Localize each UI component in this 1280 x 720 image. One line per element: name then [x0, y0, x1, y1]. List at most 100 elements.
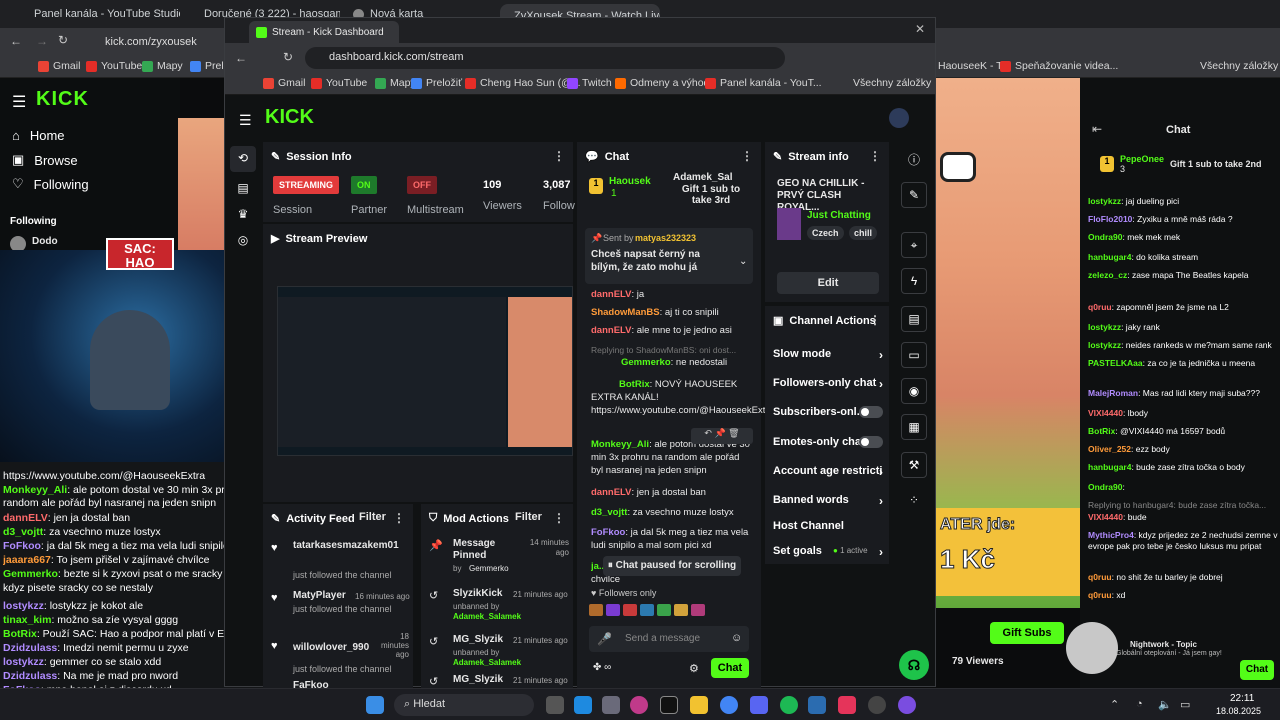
chat-send-button[interactable]: Chat — [711, 658, 749, 678]
close-window-icon[interactable]: ✕ — [915, 22, 925, 36]
profile-avatar[interactable] — [889, 108, 909, 128]
clock-time[interactable]: 22:11 — [1230, 693, 1254, 704]
obs-icon[interactable] — [868, 696, 886, 714]
banned-words-item[interactable]: Banned words › — [773, 494, 887, 508]
spotify-icon[interactable] — [780, 696, 798, 714]
slow-mode-item[interactable]: Slow mode › — [773, 348, 887, 362]
capcut-icon[interactable] — [838, 696, 856, 714]
lightning-icon[interactable]: ϟ — [901, 268, 927, 294]
wrench-icon[interactable]: ⚒ — [901, 452, 927, 478]
app2-icon[interactable] — [898, 696, 916, 714]
message-actions[interactable]: ↶ 📌 🗑 — [691, 428, 753, 444]
nav-home[interactable]: ⌂ Home — [12, 128, 65, 143]
wifi-icon[interactable]: ◔ — [1136, 698, 1143, 710]
windows-start-icon[interactable] — [366, 696, 384, 714]
bookmark-youtube[interactable]: YouTube — [86, 60, 142, 72]
camera-icon[interactable]: ◎ — [230, 228, 256, 254]
terminal-icon[interactable] — [660, 696, 678, 714]
following-item[interactable]: Dodo — [10, 236, 58, 252]
bookmark-gmail[interactable]: Gmail — [38, 60, 80, 72]
vscode-icon[interactable] — [808, 696, 826, 714]
emotes-button-icon[interactable]: ✤ ∞ — [593, 662, 611, 673]
message-input[interactable]: 🎤 Send a message ☺ — [589, 626, 749, 652]
screenshot-icon[interactable]: ⌖ — [901, 232, 927, 258]
menu-icon[interactable]: ☰ — [12, 92, 26, 112]
dash-url-bar[interactable]: dashboard.kick.com/stream — [305, 47, 785, 69]
content-icon[interactable]: ▤ — [230, 176, 256, 202]
chevron-down-icon[interactable]: ⌄ — [739, 256, 747, 267]
host-channel-item[interactable]: Host Channel — [773, 520, 887, 532]
broadcast-icon[interactable]: ◉ — [901, 378, 927, 404]
bookmark-mapy[interactable]: Mapy — [142, 60, 183, 72]
set-goals-item[interactable]: Set goals ● 1 active › — [773, 545, 887, 559]
dash-logo[interactable]: KICK — [265, 106, 314, 129]
preview-video[interactable] — [277, 286, 573, 456]
store-icon[interactable] — [602, 696, 620, 714]
account-age-item[interactable]: Account age restricti › — [773, 465, 887, 477]
stream-icon[interactable]: ⟲ — [230, 146, 256, 172]
subscribers-only-item[interactable]: Subscribers-onl... — [773, 406, 887, 418]
bookmark-gmail[interactable]: Gmail — [263, 77, 305, 89]
battery-icon[interactable]: ▭ — [1180, 698, 1190, 711]
nav-browse[interactable]: ▣ Browse — [12, 152, 78, 168]
more-icon[interactable]: ⋮ — [741, 149, 753, 163]
subscribers-toggle[interactable] — [859, 406, 883, 418]
bg-url[interactable]: kick.com/zyxousek — [105, 36, 197, 48]
dots-icon[interactable]: ⁘ — [901, 488, 927, 514]
emotes-only-item[interactable]: Emotes-only chat — [773, 436, 887, 448]
emotes-toggle[interactable] — [859, 436, 883, 448]
discord-icon[interactable] — [750, 696, 768, 714]
bg-tab-youtube-studio[interactable]: Panel kanála - YouTube Studio — [20, 4, 180, 24]
more-icon[interactable]: ⋮ — [869, 313, 881, 327]
explorer-icon[interactable] — [690, 696, 708, 714]
bookmark-cheng[interactable]: Cheng Hao Sun (@... — [465, 77, 581, 89]
layout-icon[interactable]: ▦ — [901, 414, 927, 440]
chat-paused-banner[interactable]: ⏸ Chat paused for scrolling — [603, 556, 741, 576]
back-icon[interactable]: ← — [10, 34, 22, 48]
activity-filter-button[interactable]: Filter — [359, 511, 386, 523]
dash-tab[interactable]: Stream - Kick Dashboard — [249, 21, 399, 43]
gift-subs-button[interactable]: Gift Subs — [990, 622, 1064, 644]
back-icon[interactable]: ← — [235, 51, 247, 65]
bookmark-twitch[interactable]: Twitch — [567, 77, 612, 89]
more-icon[interactable]: ⋮ — [393, 511, 405, 525]
more-icon[interactable]: ⋮ — [553, 511, 565, 525]
info-icon[interactable]: ⓘ — [901, 148, 927, 174]
trophy-icon[interactable]: ♛ — [230, 202, 256, 228]
category-name[interactable]: Just Chatting — [807, 210, 871, 221]
settings-icon[interactable]: ⚙ — [689, 662, 699, 675]
emoji-icon[interactable]: ☺ — [731, 632, 742, 644]
reload-icon[interactable]: ↻ — [283, 50, 293, 64]
tray-chevron-icon[interactable]: ⌃ — [1110, 698, 1119, 711]
support-headset-icon[interactable]: ☊ — [899, 650, 929, 680]
taskbar-search[interactable]: ⌕ Hledat — [394, 694, 534, 716]
collapse-chat-icon[interactable]: ⇤ — [1092, 122, 1102, 136]
app-icon[interactable] — [630, 696, 648, 714]
kick-logo[interactable]: KICK — [36, 88, 89, 111]
nav-following[interactable]: ♡ Following — [12, 176, 89, 192]
followers-only-item[interactable]: Followers-only chat › — [773, 377, 887, 391]
bookmark-youtube[interactable]: YouTube — [311, 77, 367, 89]
bookmark-panel[interactable]: Panel kanála - YouT... — [705, 77, 822, 89]
bookmark-mapy[interactable]: Mapy — [375, 77, 416, 89]
edit-stream-button[interactable]: Edit — [777, 272, 879, 294]
menu-icon[interactable]: ☰ — [239, 112, 252, 129]
bookmark-monetization[interactable]: Speňažovanie videa... — [1000, 60, 1118, 72]
chat-bubble-icon[interactable]: ▭ — [901, 342, 927, 368]
clock-date[interactable]: 18.08.2025 — [1216, 706, 1261, 716]
microphone-icon[interactable]: 🎤 — [597, 632, 612, 646]
notes-icon[interactable]: ▤ — [901, 306, 927, 332]
more-icon[interactable]: ⋮ — [553, 149, 565, 163]
chrome-icon[interactable] — [720, 696, 738, 714]
pencil-icon[interactable]: ✎ — [901, 182, 927, 208]
mod-filter-button[interactable]: Filter — [515, 511, 542, 523]
bookmark-all[interactable]: Všechny záložky — [1200, 60, 1278, 72]
bookmark-odmeny[interactable]: Odmeny a výhody — [615, 77, 715, 89]
bookmark-prelozit[interactable]: Preložiť — [411, 77, 462, 89]
edge-icon[interactable] — [574, 696, 592, 714]
more-icon[interactable]: ⋮ — [869, 149, 881, 163]
reload-icon[interactable]: ↻ — [58, 33, 68, 47]
bookmark-all[interactable]: Všechny záložky — [853, 77, 931, 89]
forward-icon[interactable]: → — [36, 34, 48, 48]
right-chat-button[interactable]: Chat — [1240, 660, 1274, 680]
